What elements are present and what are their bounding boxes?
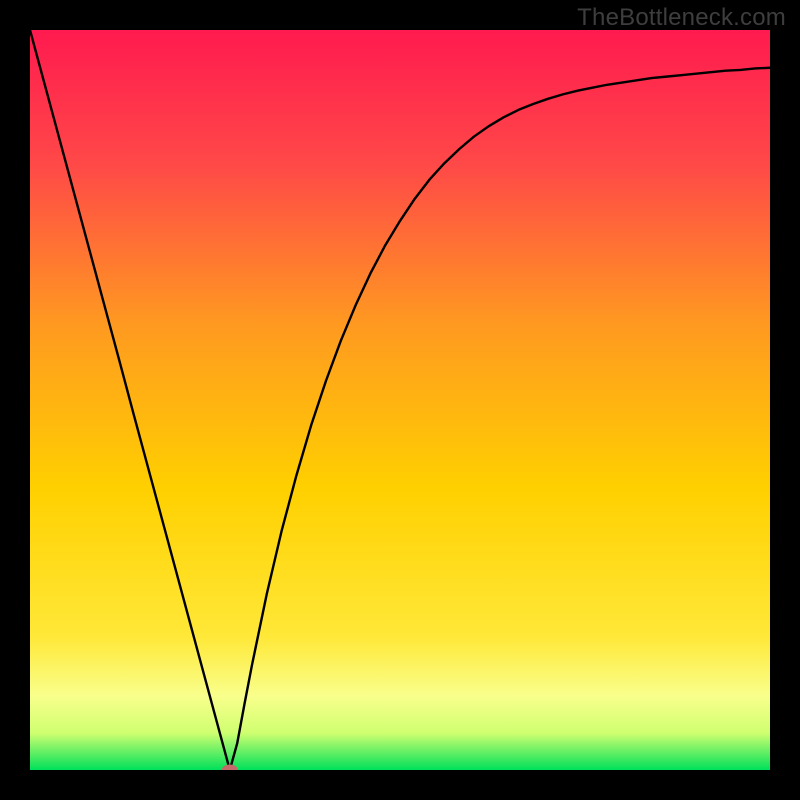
gradient-background (30, 30, 770, 770)
plot-svg (30, 30, 770, 770)
chart-frame: TheBottleneck.com (0, 0, 800, 800)
watermark-text: TheBottleneck.com (577, 4, 786, 32)
bottleneck-plot (30, 30, 770, 770)
